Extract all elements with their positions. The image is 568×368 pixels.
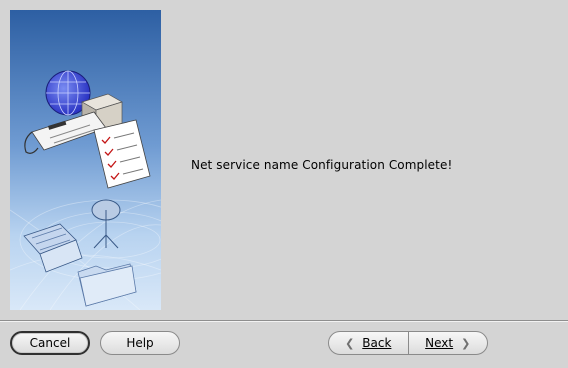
navigation-button-group: ❮ Back Next ❯ [328,331,488,355]
next-button-label: Next [425,336,454,350]
cancel-button-label: Cancel [29,336,71,350]
back-button-label: Back [362,336,392,350]
help-button-label: Help [126,336,154,350]
cancel-button[interactable]: Cancel [10,331,90,355]
help-button[interactable]: Help [100,331,180,355]
wizard-side-image [10,10,161,310]
completion-message: Net service name Configuration Complete! [191,158,453,172]
chevron-left-icon: ❮ [345,336,355,350]
chevron-right-icon: ❯ [461,336,471,350]
separator-highlight [0,321,568,322]
next-button[interactable]: Next ❯ [409,332,488,354]
back-button[interactable]: ❮ Back [329,332,408,354]
network-illustration [10,10,161,310]
